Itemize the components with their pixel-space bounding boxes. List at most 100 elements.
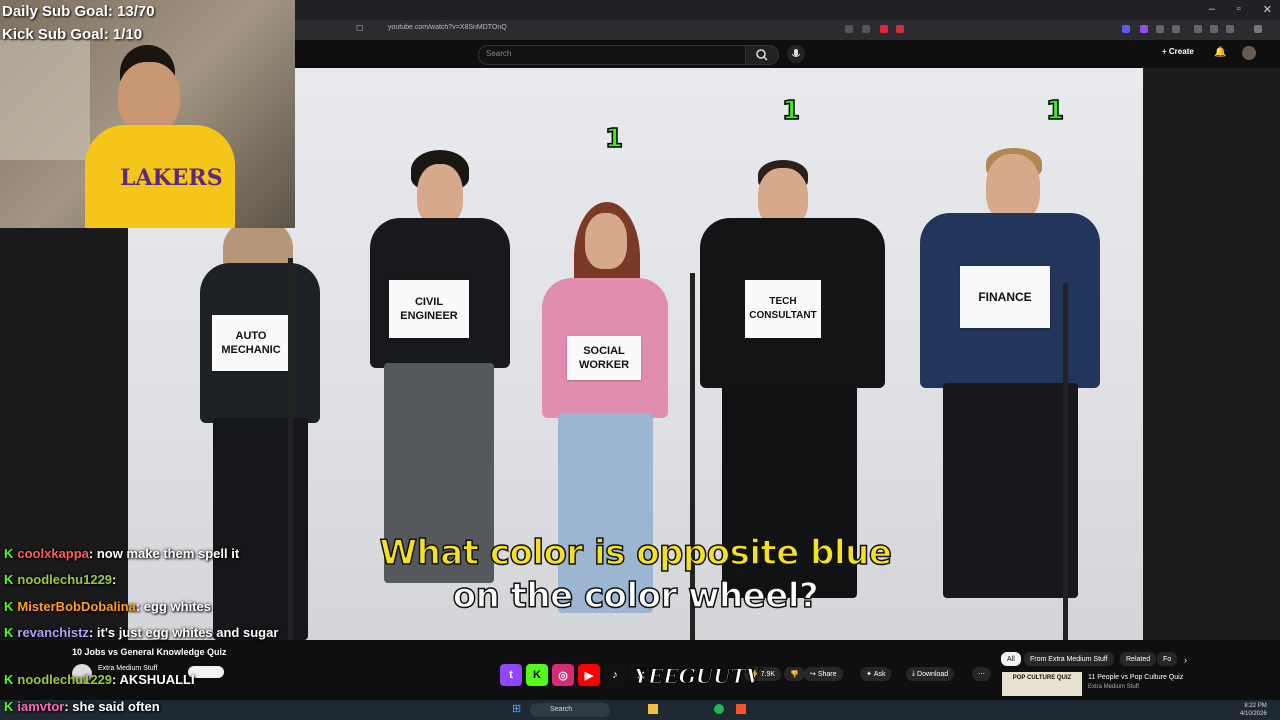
download-button[interactable]: ⤓ Download	[906, 667, 955, 681]
chat-text: :	[112, 572, 117, 587]
clock-date: 4/10/2026	[1240, 711, 1267, 717]
rewards-icon[interactable]	[896, 25, 904, 33]
url-text[interactable]: youtube.com/watch?v=X8SnMDTOnQ	[388, 24, 507, 31]
jersey-logo: LAKERS	[120, 165, 223, 191]
ask-label: Ask	[873, 670, 886, 678]
chat-text: : it's just egg whites and sugar	[88, 625, 279, 640]
extension-icon[interactable]	[845, 25, 853, 33]
youtube-icon: ▶	[578, 664, 600, 686]
twitch-icon: t	[500, 664, 522, 686]
social-links-bar: t K ◎ ▶ ♪ ✕	[500, 664, 652, 686]
bookmark-icon[interactable]: ☐	[356, 24, 363, 33]
page-right-area	[1143, 68, 1280, 640]
chip-from-channel[interactable]: From Extra Medium Stuff	[1024, 652, 1114, 666]
more-icon: ⋯	[978, 671, 985, 678]
sign-finance: FINANCE	[960, 266, 1050, 328]
sparkle-icon: ✦	[866, 671, 874, 678]
chat-user: coolxkappa	[17, 546, 89, 561]
chat-message: Knoodlechu1229:	[4, 572, 116, 587]
sidebar-icon[interactable]	[1210, 25, 1218, 33]
chat-text: : now make them spell it	[88, 546, 240, 561]
chip-more[interactable]: Fo	[1157, 652, 1178, 666]
kick-badge-icon: K	[4, 546, 14, 561]
extension-icon[interactable]	[1172, 25, 1180, 33]
taskbar-search[interactable]: Search	[530, 703, 610, 717]
share-icon: ↪	[810, 671, 818, 678]
plus-icon: +	[1162, 47, 1169, 56]
chat-message: Knoodlechu1229: AKSHUALLI	[4, 672, 195, 687]
kick-badge-icon: K	[4, 625, 14, 640]
notifications-bell-icon[interactable]: 🔔	[1214, 47, 1226, 58]
extension-icon[interactable]	[1156, 25, 1164, 33]
ask-button[interactable]: ✦ Ask	[860, 667, 892, 681]
extension-icon[interactable]	[1122, 25, 1130, 33]
sign-auto-mechanic: AUTO MECHANIC	[212, 315, 290, 371]
restore-icon[interactable]: ▫	[1237, 3, 1241, 16]
streamer-signature-logo: YEEGUUTV	[633, 664, 762, 689]
user-avatar[interactable]	[1242, 46, 1256, 60]
voice-search-button[interactable]	[787, 45, 805, 63]
kick-badge-icon: K	[4, 572, 14, 587]
more-actions-button[interactable]: ⋯	[972, 667, 991, 681]
thumbs-down-icon: 👎	[790, 671, 799, 678]
video-title: 10 Jobs vs General Knowledge Quiz	[72, 647, 227, 657]
download-label: Download	[917, 670, 949, 678]
minimize-icon[interactable]: –	[1209, 3, 1215, 16]
chat-user: revanchistz	[17, 625, 89, 640]
taskbar-search-label: Search	[550, 706, 573, 713]
close-icon[interactable]: ✕	[1263, 3, 1272, 16]
chip-related[interactable]: Related	[1120, 652, 1157, 666]
tiktok-icon: ♪	[604, 664, 626, 686]
chevron-right-icon[interactable]: ›	[1184, 655, 1187, 665]
search-button[interactable]	[745, 45, 779, 65]
chat-user: MisterBobDobalina	[17, 599, 136, 614]
search-input[interactable]	[478, 45, 746, 65]
share-icon[interactable]	[862, 25, 870, 33]
chat-user: iamvtor	[17, 699, 65, 714]
chat-message: Kiamvtor: she said often	[4, 699, 160, 714]
extension-icon[interactable]	[1194, 25, 1202, 33]
chat-text: : she said often	[64, 699, 160, 714]
score-finance: 1	[1045, 95, 1065, 127]
microphone-icon	[791, 49, 801, 57]
dislike-button[interactable]: 👎	[784, 667, 805, 681]
chat-message: Krevanchistz: it's just egg whites and s…	[4, 625, 278, 640]
sign-civil-engineer: CIVIL ENGINEER	[389, 280, 469, 338]
create-label: Create	[1168, 47, 1194, 56]
kick-badge-icon: K	[4, 672, 14, 687]
related-video-thumbnail[interactable]: POP CULTURE QUIZ	[1002, 672, 1082, 696]
score-tech-consultant: 1	[781, 95, 801, 127]
instagram-icon: ◎	[552, 664, 574, 686]
kick-sub-goal: Kick Sub Goal: 1/10	[2, 26, 143, 43]
subtitle-line-1: What color is opposite blue	[379, 532, 893, 574]
clock-time: 8:22 PM	[1244, 703, 1267, 709]
chip-all[interactable]: All	[1001, 652, 1021, 666]
windows-taskbar	[0, 700, 1280, 720]
chat-text: : egg whites	[135, 599, 211, 614]
like-count: 7.9K	[760, 670, 776, 678]
window-controls: – ▫ ✕	[1209, 3, 1272, 16]
share-label: Share	[817, 670, 837, 678]
related-video-title[interactable]: 11 People vs Pop Culture Quiz	[1088, 674, 1183, 681]
kick-badge-icon: K	[4, 599, 14, 614]
spotify-icon[interactable]	[714, 704, 724, 714]
kick-badge-icon: K	[4, 699, 14, 714]
chat-text: : AKSHUALLI	[112, 672, 195, 687]
menu-icon[interactable]	[1254, 25, 1262, 33]
brave-shield-icon[interactable]	[880, 25, 888, 33]
file-explorer-icon[interactable]	[648, 704, 658, 714]
daily-sub-goal: Daily Sub Goal: 13/70	[2, 3, 155, 20]
channel-name[interactable]: Extra Medium Stuff	[98, 665, 157, 672]
share-button[interactable]: ↪ Share	[804, 667, 843, 681]
kick-icon: K	[526, 664, 548, 686]
search-placeholder: Search	[486, 49, 512, 58]
system-clock[interactable]: 8:22 PM 4/10/2026	[1240, 702, 1267, 718]
brave-icon[interactable]	[736, 704, 746, 714]
chat-message: Kcoolxkappa: now make them spell it	[4, 546, 239, 561]
windows-start-icon[interactable]: ⊞	[512, 702, 521, 715]
wallet-icon[interactable]	[1226, 25, 1234, 33]
extension-icon[interactable]	[1140, 25, 1148, 33]
create-button[interactable]: + Create	[1162, 47, 1194, 56]
sign-social-worker: SOCIAL WORKER	[567, 336, 641, 380]
chat-message: K MisterBobDobalina: egg whites	[4, 599, 211, 614]
